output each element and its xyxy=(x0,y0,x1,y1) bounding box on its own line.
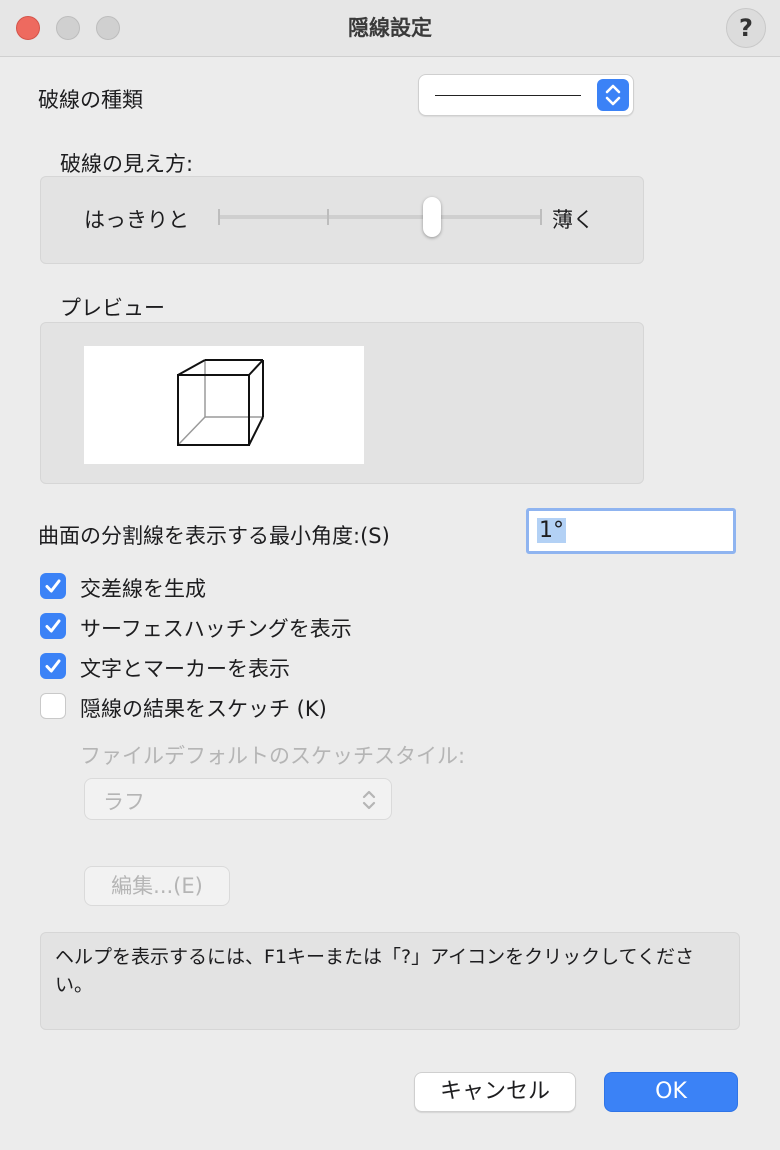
slider-right-label: 薄く xyxy=(552,208,594,232)
chevron-up-down-icon xyxy=(362,790,376,810)
appearance-slider-thumb[interactable] xyxy=(423,197,441,237)
angle-label: 曲面の分割線を表示する最小角度:(S) xyxy=(38,524,390,548)
text-markers-label: 文字とマーカーを表示 xyxy=(80,657,290,681)
checkmark-icon xyxy=(45,579,61,593)
text-markers-checkbox[interactable] xyxy=(40,653,66,679)
surface-hatching-checkbox[interactable] xyxy=(40,613,66,639)
slider-tick xyxy=(218,209,220,225)
sketch-style-label: ファイルデフォルトのスケッチスタイル: xyxy=(80,744,466,768)
line-type-label: 破線の種類 xyxy=(38,88,143,112)
slider-tick xyxy=(540,209,542,225)
angle-value: 1° xyxy=(537,518,566,543)
angle-input[interactable]: 1° xyxy=(526,508,736,554)
intersection-lines-checkbox[interactable] xyxy=(40,573,66,599)
preview-label: プレビュー xyxy=(60,296,165,320)
chevron-up-down-icon[interactable] xyxy=(597,79,629,111)
line-type-select[interactable] xyxy=(418,74,634,116)
slider-tick xyxy=(327,209,329,225)
edit-sketch-button[interactable]: 編集...(E) xyxy=(84,866,230,906)
ok-button[interactable]: OK xyxy=(604,1072,738,1112)
appearance-slider-track[interactable] xyxy=(218,215,542,219)
sketch-results-checkbox[interactable] xyxy=(40,693,66,719)
slider-left-label: はっきりと xyxy=(84,208,189,232)
sketch-style-value: ラフ xyxy=(103,790,145,814)
cancel-button[interactable]: キャンセル xyxy=(414,1072,576,1112)
appearance-label: 破線の見え方: xyxy=(60,152,194,176)
checkmark-icon xyxy=(45,619,61,633)
intersection-lines-label: 交差線を生成 xyxy=(80,577,206,601)
preview-canvas xyxy=(84,346,364,464)
sketch-style-select[interactable]: ラフ xyxy=(84,778,392,820)
cube-preview-icon xyxy=(177,359,264,446)
solid-line-sample xyxy=(435,95,581,96)
help-text: ヘルプを表示するには、F1キーまたは「?」アイコンをクリックしてください。 xyxy=(55,946,695,996)
window-title: 隠線設定 xyxy=(348,16,432,40)
surface-hatching-label: サーフェスハッチングを表示 xyxy=(80,617,352,641)
help-text-box: ヘルプを表示するには、F1キーまたは「?」アイコンをクリックしてください。 xyxy=(40,932,740,1030)
sketch-results-label: 隠線の結果をスケッチ (K) xyxy=(80,697,327,721)
help-icon[interactable]: ? xyxy=(726,8,766,48)
checkmark-icon xyxy=(45,659,61,673)
title-bar: 隠線設定 ? xyxy=(0,0,780,57)
